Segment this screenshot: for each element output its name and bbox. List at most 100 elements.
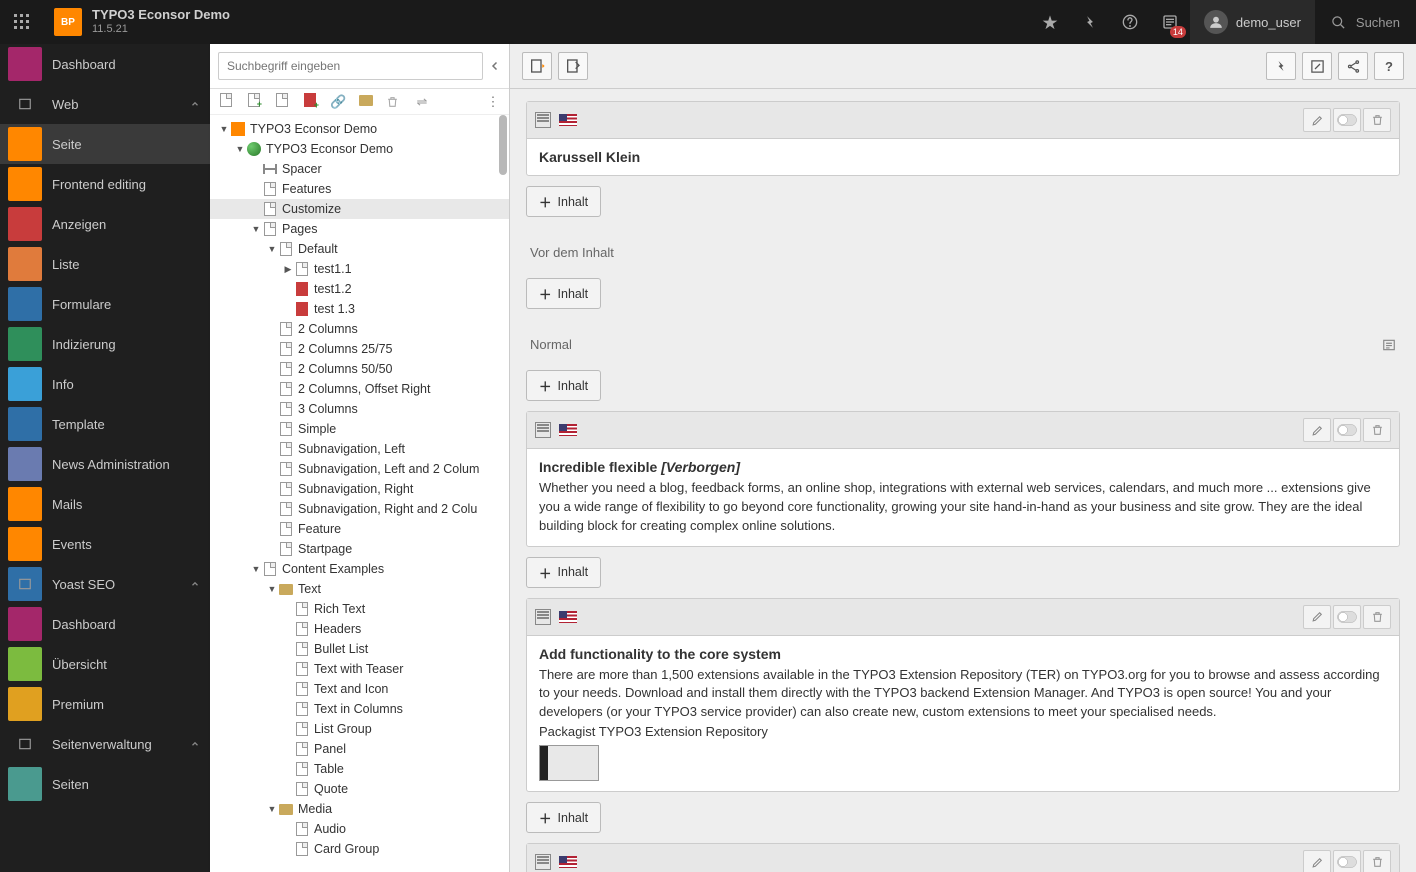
tree-node[interactable]: Subnavigation, Right and 2 Colu <box>210 499 509 519</box>
tree-node[interactable]: Panel <box>210 739 509 759</box>
toggle-icon[interactable] <box>1333 850 1361 872</box>
edit-icon[interactable] <box>1303 605 1331 629</box>
edit-icon[interactable] <box>1303 418 1331 442</box>
module-indizierung[interactable]: Indizierung <box>0 324 210 364</box>
add-content-button[interactable]: ＋Inhalt <box>526 557 601 588</box>
divider-icon[interactable]: ⇌ <box>414 94 430 110</box>
tree-node[interactable]: 2 Columns 50/50 <box>210 359 509 379</box>
tree-node[interactable]: ▼Default <box>210 239 509 259</box>
tree-node[interactable]: Bullet List <box>210 639 509 659</box>
tree-node[interactable]: Text and Icon <box>210 679 509 699</box>
tree-node[interactable]: Customize <box>210 199 509 219</box>
module-template[interactable]: Template <box>0 404 210 444</box>
refresh-icon[interactable] <box>1302 52 1332 80</box>
app-launcher-icon[interactable] <box>0 0 44 44</box>
trash-icon[interactable] <box>386 95 402 109</box>
tree-node[interactable]: 2 Columns 25/75 <box>210 339 509 359</box>
tree-node[interactable]: Quote <box>210 779 509 799</box>
module-yoast-seo[interactable]: Yoast SEO <box>0 564 210 604</box>
folder-icon[interactable] <box>358 94 374 109</box>
tree-node[interactable]: Spacer <box>210 159 509 179</box>
tree-node[interactable]: ▶test1.1 <box>210 259 509 279</box>
logo[interactable]: BP TYPO3 Econsor Demo 11.5.21 <box>44 0 240 44</box>
bookmark-icon[interactable] <box>1030 0 1070 44</box>
tree-node[interactable]: ▼Pages <box>210 219 509 239</box>
delete-icon[interactable] <box>1363 418 1391 442</box>
edit-icon[interactable] <box>1303 850 1331 872</box>
delete-icon[interactable] <box>1363 605 1391 629</box>
tree-node[interactable]: test1.2 <box>210 279 509 299</box>
toggle-icon[interactable] <box>1333 605 1361 629</box>
tree-node[interactable]: ▼Media <box>210 799 509 819</box>
new-page-arrow-icon[interactable] <box>274 93 290 110</box>
edit-icon[interactable] <box>1303 108 1331 132</box>
tree-toggle-icon[interactable]: ▼ <box>250 224 262 234</box>
content-element[interactable]: Add functionality to the core system The… <box>526 598 1400 793</box>
tree-node[interactable]: Text with Teaser <box>210 659 509 679</box>
add-content-button[interactable]: ＋Inhalt <box>526 278 601 309</box>
tree-node[interactable]: Subnavigation, Left and 2 Colum <box>210 459 509 479</box>
new-content-icon[interactable] <box>558 52 588 80</box>
add-content-button[interactable]: ＋Inhalt <box>526 802 601 833</box>
tree-node[interactable]: List Group <box>210 719 509 739</box>
tree-node[interactable]: Subnavigation, Right <box>210 479 509 499</box>
module-web[interactable]: Web <box>0 84 210 124</box>
module-dashboard[interactable]: Dashboard <box>0 604 210 644</box>
new-page-icon[interactable] <box>218 93 234 110</box>
tree-node[interactable]: Audio <box>210 819 509 839</box>
module-seitenverwaltung[interactable]: Seitenverwaltung <box>0 724 210 764</box>
module-seite[interactable]: Seite <box>0 124 210 164</box>
tree-node[interactable]: 2 Columns <box>210 319 509 339</box>
user-menu[interactable]: demo_user <box>1190 0 1315 44</box>
tree-toggle-icon[interactable]: ▼ <box>266 244 278 254</box>
module-news-administration[interactable]: News Administration <box>0 444 210 484</box>
more-icon[interactable]: ⋮ <box>485 94 501 110</box>
module-übersicht[interactable]: Übersicht <box>0 644 210 684</box>
content-element[interactable] <box>526 843 1400 872</box>
tree-toggle-icon[interactable]: ▶ <box>282 264 294 275</box>
tree-collapse-icon[interactable] <box>489 60 501 72</box>
share-icon[interactable] <box>1338 52 1368 80</box>
tree-scrollbar[interactable] <box>499 115 507 175</box>
module-dashboard[interactable]: Dashboard <box>0 44 210 84</box>
module-info[interactable]: Info <box>0 364 210 404</box>
tree-node[interactable]: Rich Text <box>210 599 509 619</box>
tree-node[interactable]: test 1.3 <box>210 299 509 319</box>
new-page-red-icon[interactable]: + <box>302 93 318 110</box>
module-anzeigen[interactable]: Anzeigen <box>0 204 210 244</box>
tree-node[interactable]: Card Group <box>210 839 509 859</box>
tree-search-input[interactable] <box>218 52 483 80</box>
module-premium[interactable]: Premium <box>0 684 210 724</box>
module-frontend-editing[interactable]: Frontend editing <box>0 164 210 204</box>
tree-node[interactable]: Simple <box>210 419 509 439</box>
content-element[interactable]: Incredible flexible [Verborgen] Whether … <box>526 411 1400 547</box>
tree-node[interactable]: Subnavigation, Left <box>210 439 509 459</box>
section-edit-icon[interactable] <box>1382 338 1396 352</box>
tree-toggle-icon[interactable]: ▼ <box>218 124 230 134</box>
cache-flush-icon[interactable] <box>1266 52 1296 80</box>
tree-node[interactable]: Startpage <box>210 539 509 559</box>
tree-node[interactable]: 2 Columns, Offset Right <box>210 379 509 399</box>
tree-node[interactable]: ▼Content Examples <box>210 559 509 579</box>
search-block[interactable]: Suchen <box>1315 15 1416 30</box>
module-seiten[interactable]: Seiten <box>0 764 210 804</box>
tree-node[interactable]: Headers <box>210 619 509 639</box>
tree-node[interactable]: 3 Columns <box>210 399 509 419</box>
tree-node[interactable]: Text in Columns <box>210 699 509 719</box>
tree-toggle-icon[interactable]: ▼ <box>266 804 278 814</box>
new-record-icon[interactable] <box>522 52 552 80</box>
module-liste[interactable]: Liste <box>0 244 210 284</box>
tree-node[interactable]: ▼TYPO3 Econsor Demo <box>210 139 509 159</box>
module-formulare[interactable]: Formulare <box>0 284 210 324</box>
module-events[interactable]: Events <box>0 524 210 564</box>
cache-icon[interactable] <box>1070 0 1110 44</box>
tree-node[interactable]: ▼Text <box>210 579 509 599</box>
tree-node[interactable]: Feature <box>210 519 509 539</box>
toggle-icon[interactable] <box>1333 418 1361 442</box>
new-page-plus-icon[interactable]: + <box>246 93 262 110</box>
toolbar-help-icon[interactable]: ? <box>1374 52 1404 80</box>
tree-toggle-icon[interactable]: ▼ <box>234 144 246 154</box>
delete-icon[interactable] <box>1363 108 1391 132</box>
tree-toggle-icon[interactable]: ▼ <box>250 564 262 574</box>
tree-node[interactable]: ▼TYPO3 Econsor Demo <box>210 119 509 139</box>
